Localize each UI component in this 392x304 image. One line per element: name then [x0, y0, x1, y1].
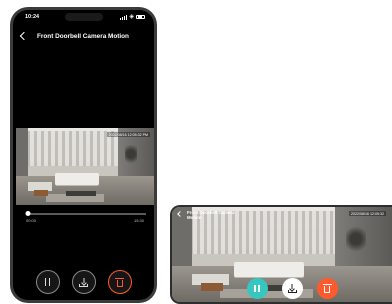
delete-button[interactable]	[316, 278, 338, 299]
wifi-icon: ◈	[129, 14, 134, 20]
signal-icon	[120, 14, 128, 20]
portrait-screen: 10:24 ◈ Front Doorbell Camera Motion 202…	[13, 10, 154, 300]
progress-bar[interactable]	[25, 211, 146, 216]
download-button[interactable]	[281, 278, 303, 299]
download-icon	[287, 284, 297, 293]
landscape-phone: 2022/08/16 12:05:32 Front Doorbell Camer…	[170, 205, 392, 304]
back-icon[interactable]	[19, 31, 29, 41]
playback-controls	[13, 270, 154, 294]
pause-button[interactable]	[35, 270, 60, 294]
delete-button[interactable]	[107, 270, 132, 294]
battery-icon	[136, 14, 145, 20]
landscape-controls	[172, 278, 392, 299]
pause-icon	[254, 285, 260, 292]
landscape-header: Front Doorbell Camera Motion	[176, 210, 235, 220]
landscape-title-line2: Motion	[187, 215, 202, 220]
total-time: 15:30	[133, 218, 144, 223]
trash-icon	[322, 284, 332, 293]
download-icon	[79, 277, 88, 287]
pause-button[interactable]	[246, 278, 268, 299]
trash-icon	[115, 277, 124, 287]
scrubber-handle[interactable]	[25, 211, 31, 216]
header: Front Doorbell Camera Motion	[13, 28, 154, 44]
video-timestamp: 2022/08/16 12:05:32	[349, 211, 386, 216]
back-icon[interactable]	[177, 211, 183, 217]
camera-notch	[64, 13, 103, 21]
pause-icon	[44, 278, 51, 286]
video-timestamp: 2022/08/16 12:05:32 PM	[106, 132, 150, 137]
video-player[interactable]: 2022/08/16 12:05:32 PM	[16, 128, 154, 205]
status-bar: 10:24 ◈	[13, 10, 154, 24]
recording-player-mockups: 10:24 ◈ Front Doorbell Camera Motion 202…	[0, 0, 392, 304]
download-button[interactable]	[71, 270, 96, 294]
status-time: 10:24	[25, 14, 40, 20]
page-title: Front Doorbell Camera Motion	[37, 32, 129, 40]
elapsed-time: 00:00	[26, 218, 37, 223]
landscape-screen: 2022/08/16 12:05:32 Front Doorbell Camer…	[172, 207, 392, 302]
portrait-phone: 10:24 ◈ Front Doorbell Camera Motion 202…	[10, 7, 157, 303]
status-icons: ◈	[120, 14, 145, 20]
